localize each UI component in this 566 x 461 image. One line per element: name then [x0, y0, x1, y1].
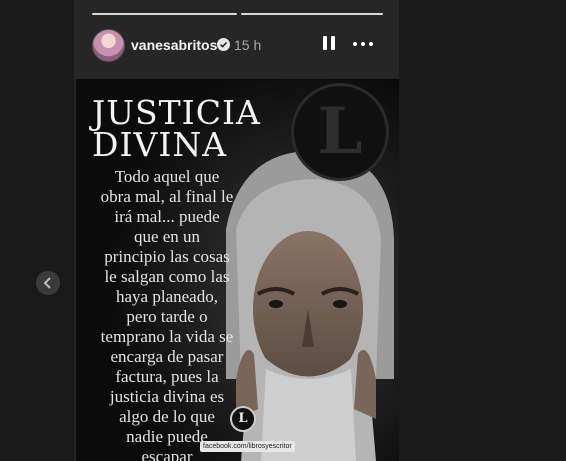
chevron-left-icon: [43, 277, 51, 289]
more-options-icon-dot: [353, 42, 357, 46]
more-options-icon-dot: [361, 42, 365, 46]
username[interactable]: vanesabritos: [131, 37, 217, 53]
more-options-button[interactable]: [351, 36, 375, 52]
timestamp: 15 h: [234, 37, 262, 53]
progress-bar-segment-2: [241, 13, 383, 15]
pause-icon-bar: [323, 36, 327, 50]
avatar[interactable]: [92, 29, 125, 62]
progress-bar-segment-1: [92, 13, 237, 15]
post-title: JUSTICIA DIVINA: [92, 93, 261, 164]
previous-story-button[interactable]: [36, 271, 60, 295]
post-body-text: Todo aquel que obra mal, al final le irá…: [100, 167, 234, 461]
story-viewer[interactable]: vanesabritos 15 h L JUSTICIA DIVINA Todo…: [74, 0, 399, 461]
pause-button[interactable]: [321, 34, 337, 52]
story-header: vanesabritos 15 h: [74, 24, 399, 64]
brand-logo-small: L: [230, 406, 256, 432]
verified-badge-icon: [217, 38, 230, 51]
source-tag: facebook.com/librosyescritor: [200, 441, 295, 452]
pause-icon-bar: [331, 36, 335, 50]
story-media[interactable]: L JUSTICIA DIVINA Todo aquel que obra ma…: [76, 79, 399, 461]
more-options-icon-dot: [369, 42, 373, 46]
brand-logo: L: [291, 83, 389, 181]
